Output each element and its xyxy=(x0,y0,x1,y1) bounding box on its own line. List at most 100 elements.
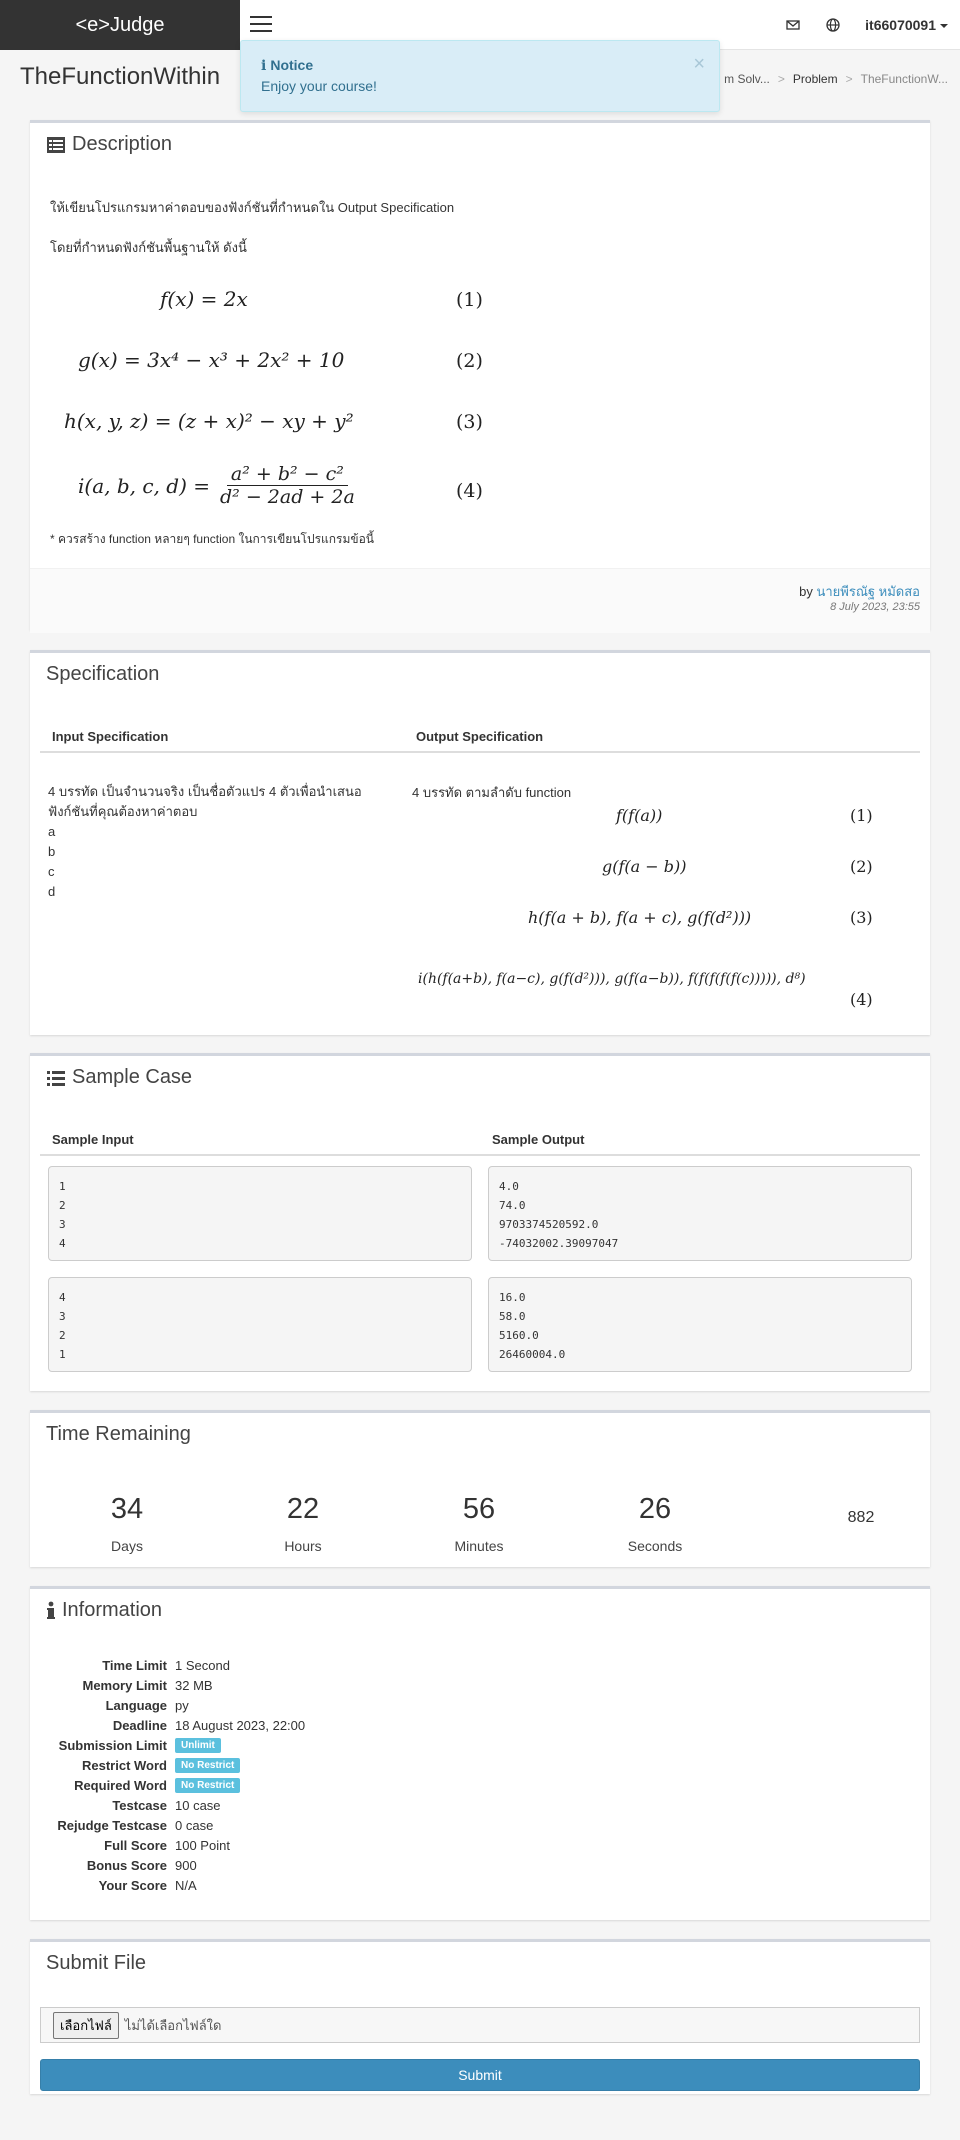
author-line: by นายพีรณัฐ หมัดสอ xyxy=(799,581,920,602)
equation-i-numerator: a² + b² − c² xyxy=(226,463,348,486)
choose-file-button[interactable]: เลือกไฟล์ xyxy=(53,2011,119,2039)
info-row-rejudge-testcase: Rejudge Testcase 0 case xyxy=(40,1815,305,1835)
input-spec-body: 4 บรรทัด เป็นจำนวนจริง เป็นชื่อตัวแปร 4 … xyxy=(48,782,388,902)
breadcrumb-item[interactable]: Problem xyxy=(793,72,838,86)
status-badge: No Restrict xyxy=(175,1757,241,1773)
equation-i-lhs: i(a, b, c, d) = xyxy=(78,473,210,498)
info-row-required-word: Required Word No Restrict xyxy=(40,1775,305,1795)
input-var: d xyxy=(48,884,56,899)
info-value: 1 Second xyxy=(175,1657,230,1673)
info-icon xyxy=(47,1601,55,1619)
breadcrumb-separator: > xyxy=(777,72,785,86)
mail-icon[interactable] xyxy=(785,17,801,33)
close-icon[interactable]: × xyxy=(693,53,705,76)
equation-number: (2) xyxy=(456,350,483,372)
description-intro-2: โดยที่กำหนดฟังก์ชันพื้นฐานให้ ดังนี้ xyxy=(50,240,247,255)
sample-case-card: Sample Case Sample Input Sample Output 1… xyxy=(30,1053,930,1391)
info-key: Restrict Word xyxy=(82,1757,167,1773)
info-key: Submission Limit xyxy=(58,1737,167,1753)
information-card: Information Time Limit 1 Second Memory Li… xyxy=(30,1586,930,1920)
info-row-memory-limit: Memory Limit 32 MB xyxy=(40,1675,305,1695)
info-key: Deadline xyxy=(112,1717,167,1733)
notice-message: Enjoy your course! xyxy=(261,78,377,94)
sample-output-2[interactable]: 16.0 58.0 5160.0 26460004.0 xyxy=(488,1277,912,1372)
equation-i-fraction: a² + b² − c² d² − 2ad + 2a xyxy=(216,463,359,508)
page-title: TheFunctionWithin xyxy=(20,63,221,90)
breadcrumb: m Solv... > Problem > TheFunctionW... xyxy=(724,72,948,86)
specification-table-header: Input Specification Output Specification xyxy=(40,721,920,753)
description-note: * ควรสร้าง function หลายๆ function ในการ… xyxy=(50,532,374,546)
no-file-label: ไม่ได้เลือกไฟล์ใด xyxy=(124,2017,222,2033)
info-row-deadline: Deadline 18 August 2023, 22:00 xyxy=(40,1715,305,1735)
equation-number: (3) xyxy=(456,411,483,433)
timer-days-value: 34 xyxy=(110,1493,144,1525)
equation-number: (1) xyxy=(850,806,873,825)
output-equation-4: i(h(f(a+b), f(a−c), g(f(d²))), g(f(a−b))… xyxy=(418,971,806,987)
equation-number: (3) xyxy=(850,908,873,927)
timer-extra-value: 882 xyxy=(847,1509,875,1526)
timer-hours-label: Hours xyxy=(284,1538,322,1554)
notice-popup: i Notice Enjoy your course! × xyxy=(240,40,720,112)
info-value: py xyxy=(175,1697,189,1713)
info-key: Testcase xyxy=(112,1797,167,1813)
file-input[interactable]: เลือกไฟล์ ไม่ได้เลือกไฟล์ใด xyxy=(40,2007,920,2043)
hamburger-menu-icon[interactable] xyxy=(250,16,272,34)
equation-h: h(x, y, z) = (z + x)² − xy + y² xyxy=(64,409,354,433)
status-badge: No Restrict xyxy=(175,1777,241,1793)
description-footer: by นายพีรณัฐ หมัดสอ 8 July 2023, 23:55 xyxy=(30,568,930,633)
input-var: b xyxy=(48,844,56,859)
sample-input-1[interactable]: 1 2 3 4 xyxy=(48,1166,472,1261)
breadcrumb-separator: > xyxy=(845,72,853,86)
sample-case-header: Sample Case xyxy=(46,1066,192,1089)
timer-minutes-value: 56 xyxy=(462,1493,496,1525)
info-row-language: Language py xyxy=(40,1695,305,1715)
info-key: Time Limit xyxy=(102,1657,167,1673)
equation-i: i(a, b, c, d) = a² + b² − c² d² − 2ad + … xyxy=(78,463,359,508)
list-icon xyxy=(47,1070,65,1086)
submit-button[interactable]: Submit xyxy=(40,2059,920,2091)
info-key: Your Score xyxy=(98,1877,167,1893)
list-alt-icon xyxy=(47,136,65,153)
description-intro: ให้เขียนโปรแกรมหาค่าตอบของฟังก์ชันที่กำห… xyxy=(50,200,455,215)
timer-hours-value: 22 xyxy=(286,1493,320,1525)
sample-output-header: Sample Output xyxy=(492,1132,585,1147)
equation-i-denominator: d² − 2ad + 2a xyxy=(220,486,355,508)
info-value: N/A xyxy=(175,1877,197,1893)
user-menu[interactable]: it66070091 xyxy=(865,17,948,33)
timer-hours: 22 Hours xyxy=(243,1493,363,1554)
info-row-testcase: Testcase 10 case xyxy=(40,1795,305,1815)
info-value: 900 xyxy=(175,1857,197,1873)
info-row-time-limit: Time Limit 1 Second xyxy=(40,1655,305,1675)
equation-number: (4) xyxy=(850,990,873,1009)
info-value: 10 case xyxy=(175,1797,221,1813)
info-key: Language xyxy=(105,1697,167,1713)
breadcrumb-item[interactable]: m Solv... xyxy=(724,72,770,86)
info-row-submission-limit: Submission Limit Unlimit xyxy=(40,1735,305,1755)
status-badge: Unlimit xyxy=(175,1737,221,1753)
info-key: Bonus Score xyxy=(86,1857,167,1873)
brand-logo[interactable]: <e>Judge xyxy=(0,0,240,50)
globe-icon[interactable] xyxy=(825,17,841,33)
post-date: 8 July 2023, 23:55 xyxy=(830,601,920,613)
timer-seconds-label: Seconds xyxy=(627,1538,683,1554)
notice-title: Notice xyxy=(270,57,314,73)
author-link[interactable]: นายพีรณัฐ หมัดสอ xyxy=(816,584,920,599)
equation-number: (1) xyxy=(456,289,483,311)
info-value: 100 Point xyxy=(175,1837,230,1853)
sample-input-header: Sample Input xyxy=(52,1132,134,1147)
output-spec-text: 4 บรรทัด ตามลำดับ function xyxy=(412,785,572,800)
output-spec-header: Output Specification xyxy=(416,729,544,744)
output-equation-2: g(f(a − b)) xyxy=(602,857,687,876)
equation-number: (4) xyxy=(456,480,483,502)
sample-output-1[interactable]: 4.0 74.0 9703374520592.0 -74032002.39097… xyxy=(488,1166,912,1261)
specification-card: Specification Input Specification Output… xyxy=(30,650,930,1035)
input-spec-header: Input Specification xyxy=(52,729,169,744)
info-key: Memory Limit xyxy=(82,1677,167,1693)
equation-g: g(x) = 3x⁴ − x³ + 2x² + 10 xyxy=(78,348,345,372)
input-var: a xyxy=(48,824,56,839)
sample-input-2[interactable]: 4 3 2 1 xyxy=(48,1277,472,1372)
info-value: 18 August 2023, 22:00 xyxy=(175,1717,306,1733)
timer-minutes-label: Minutes xyxy=(454,1538,504,1554)
info-key: Rejudge Testcase xyxy=(57,1817,167,1833)
info-row-restrict-word: Restrict Word No Restrict xyxy=(40,1755,305,1775)
